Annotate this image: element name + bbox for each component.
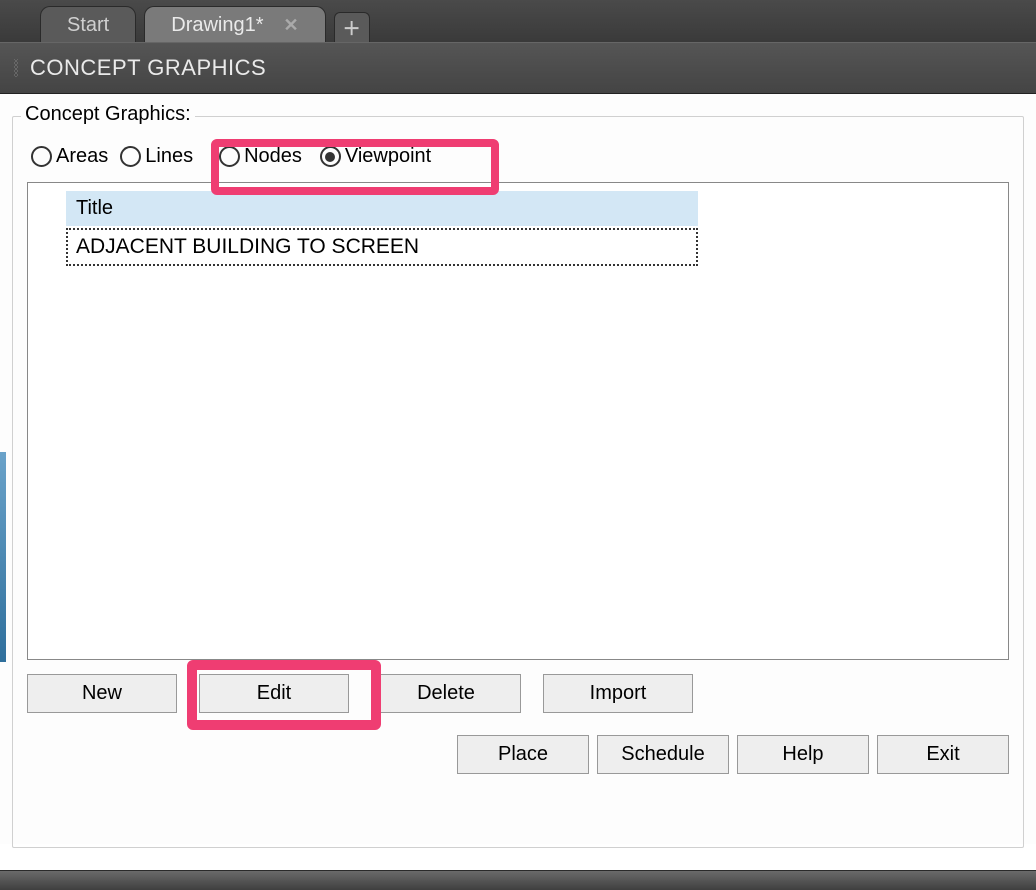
tab-bar: Start Drawing1* ✕ ＋ <box>0 0 1036 42</box>
radio-nodes-label: Nodes <box>244 145 302 168</box>
status-bar-border <box>0 870 1036 890</box>
radio-nodes[interactable]: Nodes <box>215 143 306 170</box>
exit-button[interactable]: Exit <box>877 735 1009 774</box>
new-button[interactable]: New <box>27 674 177 713</box>
radio-lines-label: Lines <box>145 145 193 168</box>
window-title-text: CONCEPT GRAPHICS <box>30 55 266 80</box>
group-title: Concept Graphics: <box>21 103 195 126</box>
list-header[interactable]: Title <box>66 191 698 226</box>
radio-areas-label: Areas <box>56 145 108 168</box>
help-button[interactable]: Help <box>737 735 869 774</box>
edit-button[interactable]: Edit <box>199 674 349 713</box>
concept-graphics-group: Concept Graphics: Areas Lines Nodes View… <box>12 116 1024 848</box>
radio-viewpoint-label: Viewpoint <box>345 145 431 168</box>
close-icon[interactable]: ✕ <box>284 15 299 36</box>
import-button[interactable]: Import <box>543 674 693 713</box>
radio-lines[interactable]: Lines <box>116 143 197 170</box>
radio-icon <box>31 146 52 167</box>
radio-group: Areas Lines Nodes Viewpoint <box>27 143 1009 170</box>
tab-start-label: Start <box>67 14 109 37</box>
radio-icon <box>120 146 141 167</box>
radio-icon <box>320 146 341 167</box>
action-buttons-row: New Edit Delete Import <box>27 674 1009 713</box>
radio-icon <box>219 146 240 167</box>
tab-start[interactable]: Start <box>40 6 136 42</box>
radio-areas[interactable]: Areas <box>27 143 112 170</box>
panel: Concept Graphics: Areas Lines Nodes View… <box>0 94 1036 844</box>
schedule-button[interactable]: Schedule <box>597 735 729 774</box>
dialog-buttons-row: Place Schedule Help Exit <box>27 735 1009 774</box>
plus-icon: ＋ <box>343 15 361 41</box>
tab-add-button[interactable]: ＋ <box>334 12 370 42</box>
side-sliver <box>0 452 6 662</box>
place-button[interactable]: Place <box>457 735 589 774</box>
list-item[interactable]: ADJACENT BUILDING TO SCREEN <box>66 228 698 266</box>
delete-button[interactable]: Delete <box>371 674 521 713</box>
list-box[interactable]: Title ADJACENT BUILDING TO SCREEN <box>27 182 1009 660</box>
radio-viewpoint[interactable]: Viewpoint <box>316 143 435 170</box>
tab-drawing[interactable]: Drawing1* ✕ <box>144 6 325 42</box>
window-title: CONCEPT GRAPHICS <box>0 42 1036 94</box>
tab-drawing-label: Drawing1* <box>171 14 263 37</box>
